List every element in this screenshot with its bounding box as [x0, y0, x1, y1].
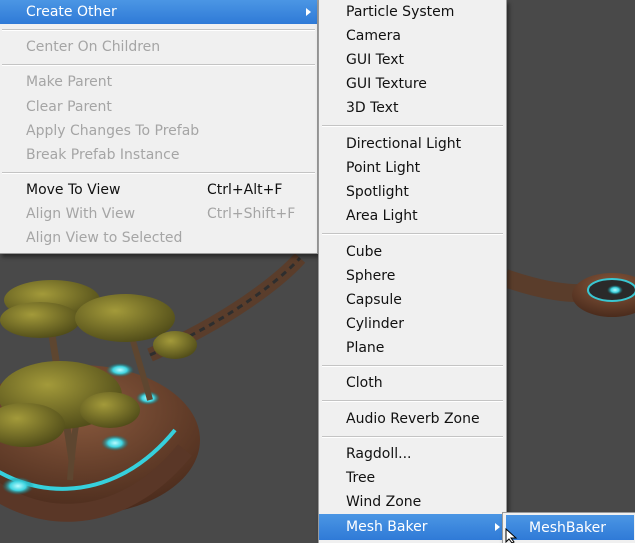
submenu-arrow-icon: [306, 8, 311, 16]
menu-item-capsule[interactable]: Capsule: [319, 288, 506, 312]
menu-item-meshbaker[interactable]: MeshBaker: [506, 515, 634, 540]
menu-item-apply-changes-to-prefab[interactable]: Apply Changes To Prefab: [0, 119, 317, 143]
menu-item-cloth[interactable]: Cloth: [319, 371, 506, 395]
menu-item-ragdoll[interactable]: Ragdoll...: [319, 442, 506, 466]
menu-item-make-parent[interactable]: Make Parent: [0, 70, 317, 94]
menu-item-audio-reverb-zone[interactable]: Audio Reverb Zone: [319, 407, 506, 431]
menu-item-area-light[interactable]: Area Light: [319, 204, 506, 228]
mesh-baker-submenu: MeshBaker: [502, 512, 635, 543]
menu-item-point-light[interactable]: Point Light: [319, 156, 506, 180]
menu-item-3d-text[interactable]: 3D Text: [319, 96, 506, 120]
create-other-submenu: Particle System Camera GUI Text GUI Text…: [318, 0, 507, 543]
menu-item-gui-texture[interactable]: GUI Texture: [319, 72, 506, 96]
menu-item-align-with-view[interactable]: Align With View Ctrl+Shift+F: [0, 202, 317, 226]
menu-separator: [322, 233, 503, 235]
submenu-arrow-icon: [495, 523, 500, 531]
menu-item-center-on-children[interactable]: Center On Children: [0, 35, 317, 59]
menu-item-directional-light[interactable]: Directional Light: [319, 132, 506, 156]
menu-item-cube[interactable]: Cube: [319, 240, 506, 264]
menu-separator: [2, 29, 315, 31]
menu-item-spotlight[interactable]: Spotlight: [319, 180, 506, 204]
mouse-cursor-icon: [505, 528, 518, 543]
menu-item-cylinder[interactable]: Cylinder: [319, 312, 506, 336]
menu-item-label: Create Other: [26, 4, 117, 20]
menu-item-break-prefab-instance[interactable]: Break Prefab Instance: [0, 143, 317, 167]
menu-item-align-view-to-selected[interactable]: Align View to Selected: [0, 226, 317, 250]
menu-separator: [322, 125, 503, 127]
menu-separator: [2, 64, 315, 66]
menu-item-tree[interactable]: Tree: [319, 466, 506, 490]
menu-separator: [2, 172, 315, 174]
menu-separator: [322, 365, 503, 367]
menu-item-particle-system[interactable]: Particle System: [319, 0, 506, 24]
menu-item-plane[interactable]: Plane: [319, 336, 506, 360]
menu-item-gui-text[interactable]: GUI Text: [319, 48, 506, 72]
context-menu: Create Other Center On Children Make Par…: [0, 0, 318, 254]
menu-item-wind-zone[interactable]: Wind Zone: [319, 490, 506, 514]
menu-separator: [322, 436, 503, 438]
shortcut-label: Ctrl+Shift+F: [207, 206, 296, 222]
menu-separator: [322, 400, 503, 402]
menu-item-mesh-baker[interactable]: Mesh Baker: [319, 514, 506, 540]
menu-item-sphere[interactable]: Sphere: [319, 264, 506, 288]
shortcut-label: Ctrl+Alt+F: [207, 182, 283, 198]
menu-item-create-other[interactable]: Create Other: [0, 0, 317, 24]
menu-item-move-to-view[interactable]: Move To View Ctrl+Alt+F: [0, 178, 317, 202]
menu-item-camera[interactable]: Camera: [319, 24, 506, 48]
menu-item-clear-parent[interactable]: Clear Parent: [0, 95, 317, 119]
